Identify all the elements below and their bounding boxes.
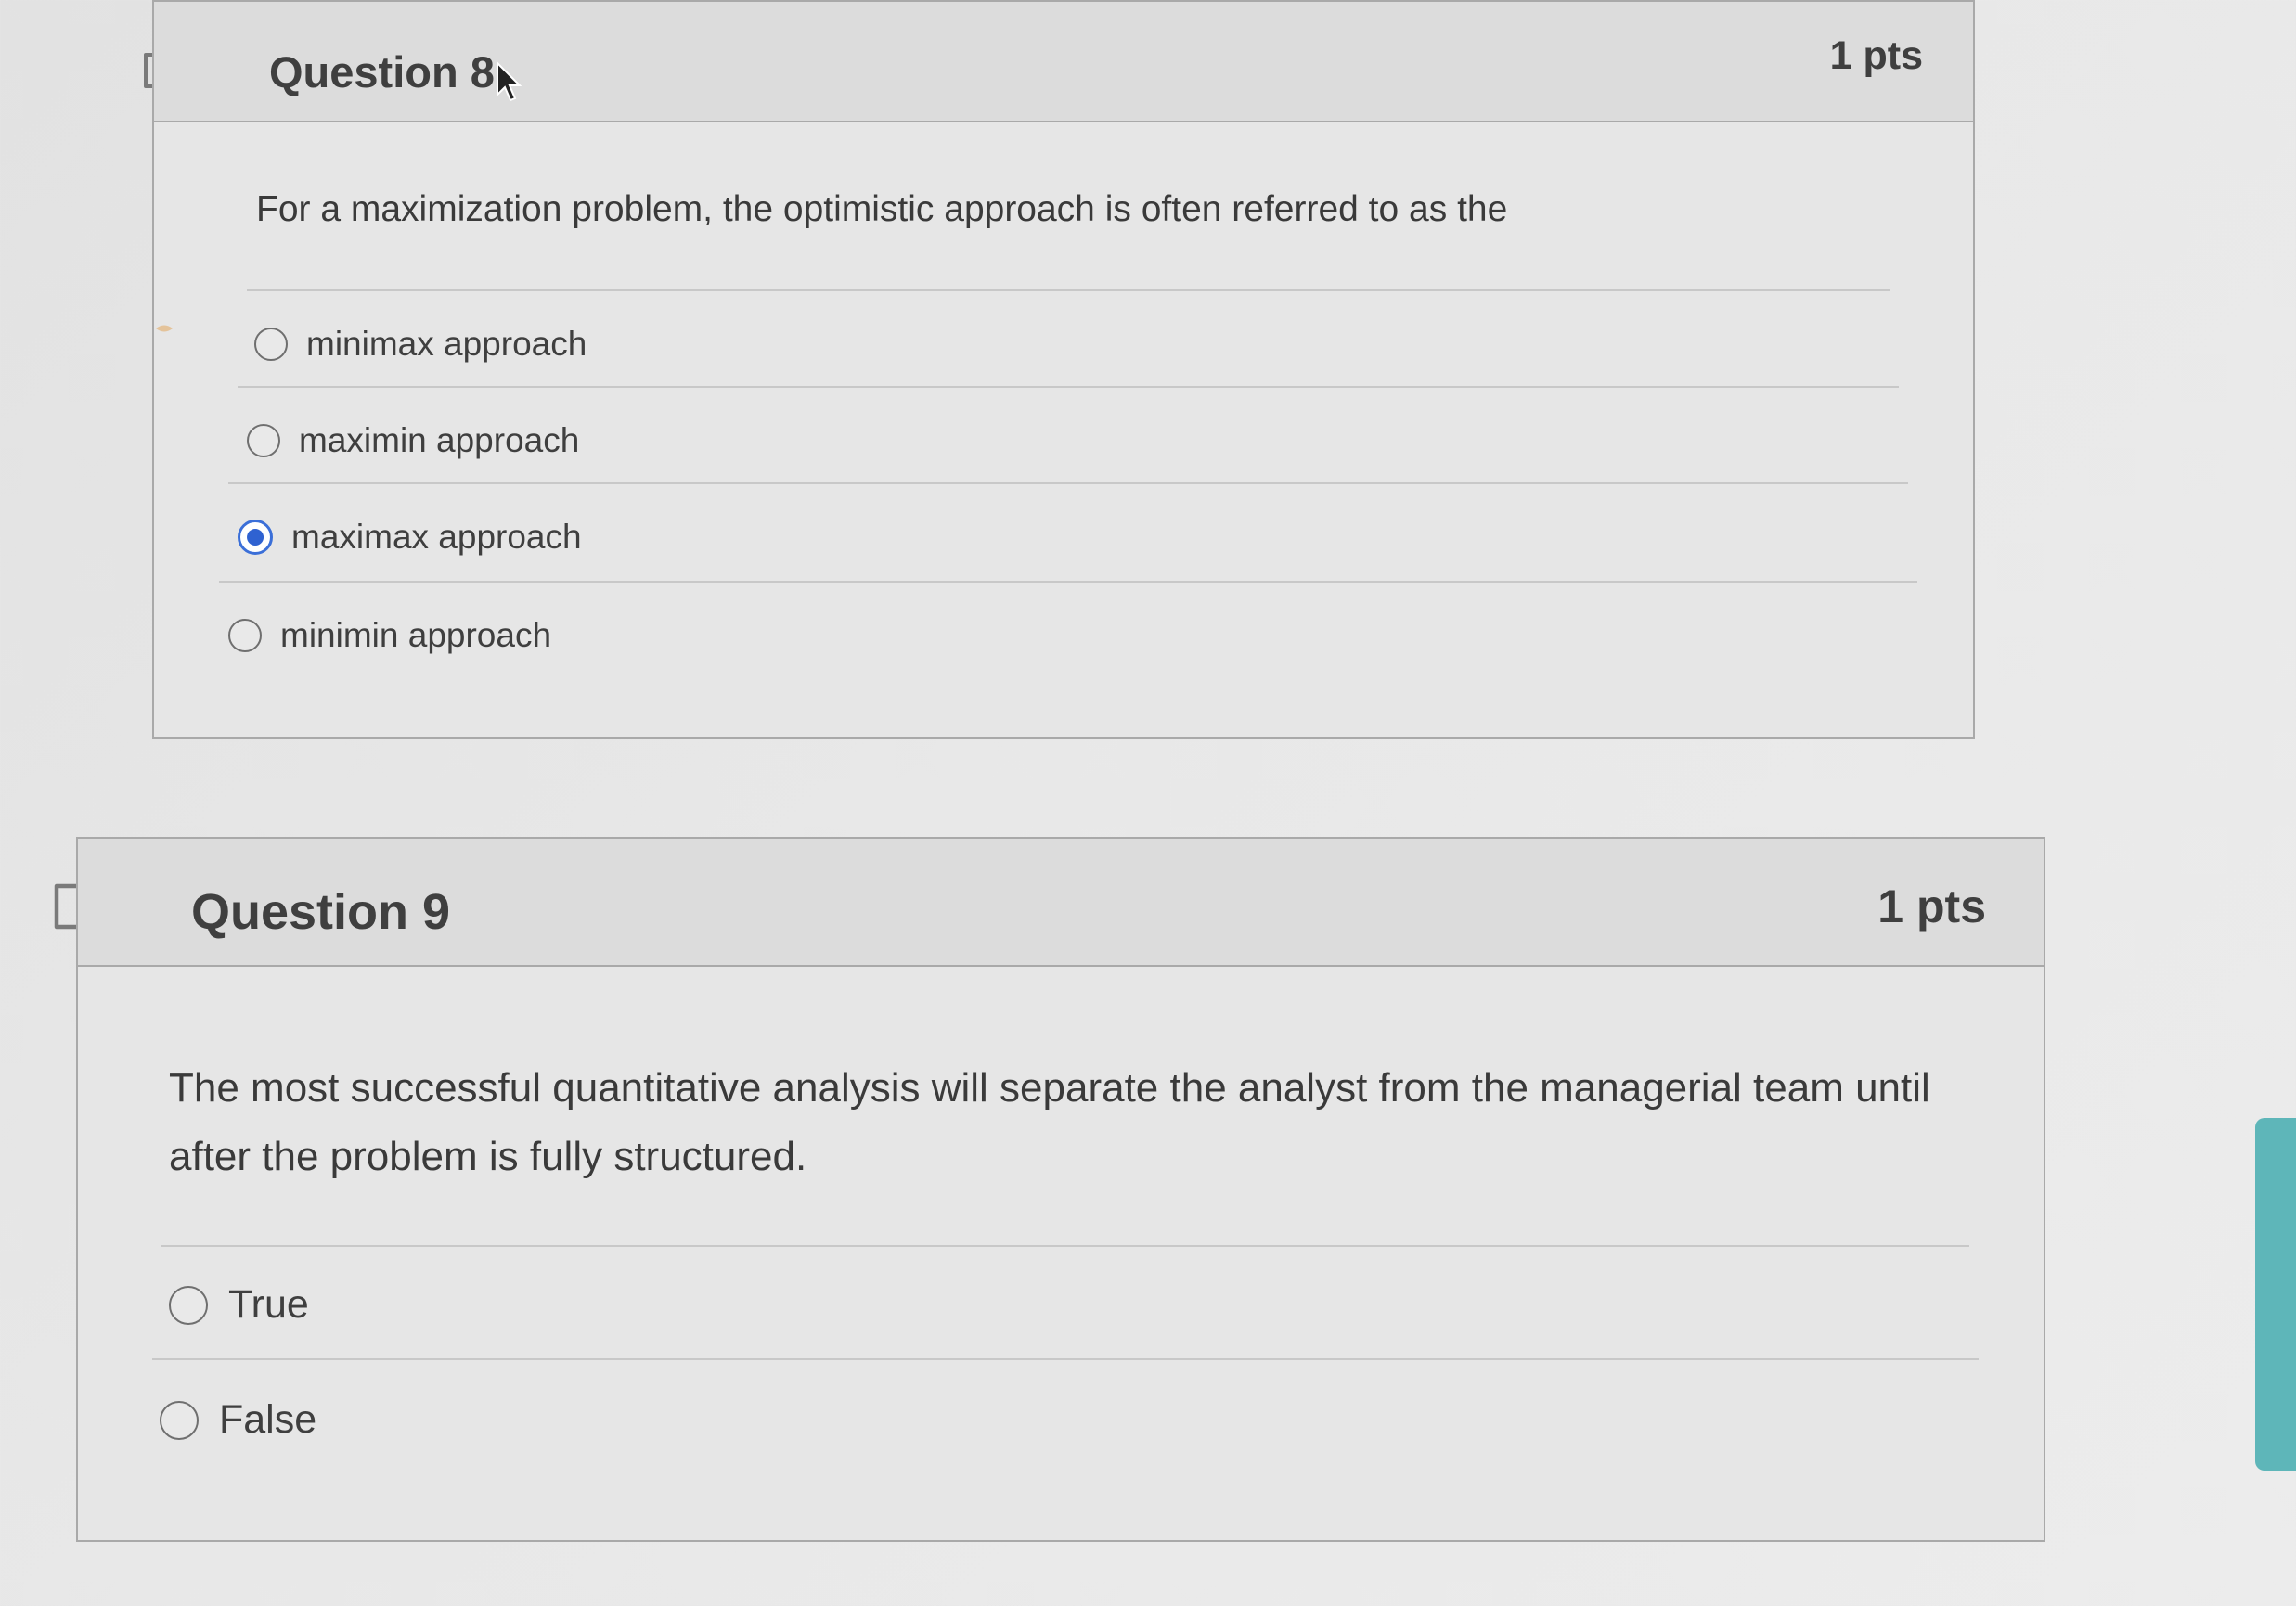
sparkle-icon	[154, 321, 174, 340]
answer-option-minimin[interactable]: minimin approach	[228, 616, 551, 655]
divider	[219, 581, 1917, 583]
radio-button[interactable]	[247, 424, 280, 457]
radio-button[interactable]	[254, 328, 288, 361]
divider	[161, 1245, 1969, 1247]
radio-button[interactable]	[228, 619, 262, 652]
question-title: Question 8	[269, 47, 495, 96]
answer-option-maximax[interactable]: maximax approach	[238, 518, 582, 557]
answer-label: maximax approach	[291, 518, 582, 556]
question-8-card: Question 8 1 pts For a maximization prob…	[152, 0, 1975, 739]
question-9-card: Question 9 1 pts The most successful qua…	[76, 837, 2045, 1542]
question-title: Question 9	[191, 884, 451, 940]
answer-label: True	[228, 1282, 309, 1327]
radio-button[interactable]	[169, 1285, 208, 1325]
answer-label: False	[219, 1397, 317, 1442]
answer-label: minimax approach	[306, 325, 587, 363]
question-text: For a maximization problem, the optimist…	[256, 189, 1508, 229]
question-9-header: Question 9 1 pts	[78, 839, 2044, 967]
divider	[228, 482, 1908, 484]
answer-option-true[interactable]: True	[169, 1282, 309, 1328]
answer-option-maximin[interactable]: maximin approach	[247, 421, 579, 460]
question-points: 1 pts	[1829, 33, 1923, 78]
answer-option-minimax[interactable]: minimax approach	[254, 325, 587, 364]
question-points: 1 pts	[1877, 880, 1986, 932]
answer-option-false[interactable]: False	[160, 1397, 316, 1443]
divider	[238, 386, 1899, 388]
radio-button[interactable]	[160, 1400, 199, 1440]
mouse-pointer-icon	[496, 60, 522, 107]
answer-label: minimin approach	[280, 616, 552, 654]
divider	[247, 289, 1890, 291]
question-text: The most successful quantitative analysi…	[169, 1065, 1930, 1179]
side-panel-tab[interactable]	[2255, 1118, 2296, 1471]
answer-label: maximin approach	[299, 421, 580, 459]
question-8-header: Question 8 1 pts	[154, 2, 1973, 122]
divider	[152, 1358, 1979, 1360]
radio-button-selected[interactable]	[238, 520, 273, 555]
